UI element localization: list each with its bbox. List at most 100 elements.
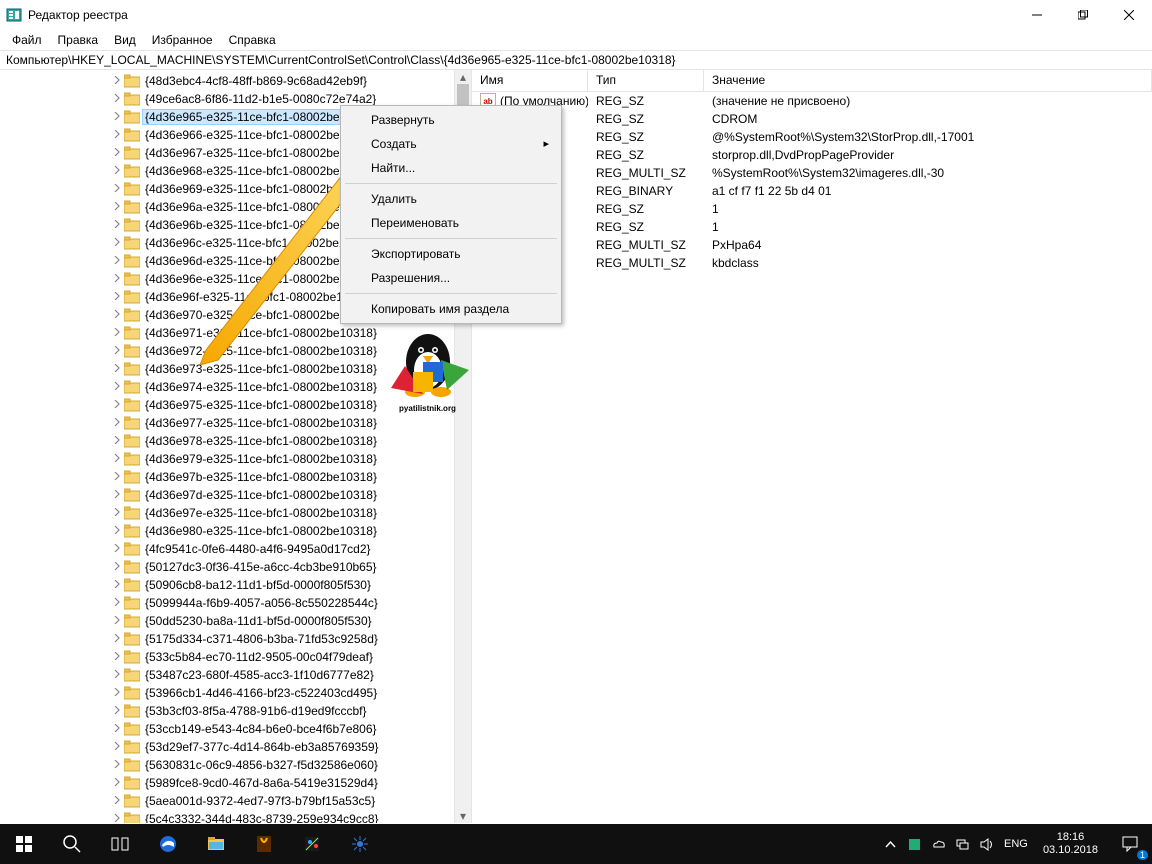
task-view-button[interactable]	[96, 824, 144, 864]
expander-icon[interactable]	[110, 488, 124, 502]
minimize-button[interactable]	[1014, 0, 1060, 30]
tree-item[interactable]: {5c4c3332-344d-483c-8739-259e934c9cc8}	[0, 810, 454, 823]
address-bar[interactable]: Компьютер\HKEY_LOCAL_MACHINE\SYSTEM\Curr…	[0, 50, 1152, 70]
list-row[interactable]: abREG_SZ@%SystemRoot%\System32\StorProp.…	[472, 128, 1152, 146]
ctx-copy-key-name[interactable]: Копировать имя раздела	[343, 297, 559, 321]
expander-icon[interactable]	[110, 632, 124, 646]
tree-item[interactable]: {533c5b84-ec70-11d2-9505-00c04f79deaf}	[0, 648, 454, 666]
ctx-new[interactable]: Создать	[343, 132, 559, 156]
expander-icon[interactable]	[110, 542, 124, 556]
column-type[interactable]: Тип	[588, 70, 704, 91]
tree-item[interactable]: {53487c23-680f-4585-acc3-1f10d6777e82}	[0, 666, 454, 684]
expander-icon[interactable]	[110, 164, 124, 178]
ctx-export[interactable]: Экспортировать	[343, 242, 559, 266]
tray-onedrive-icon[interactable]	[927, 824, 951, 864]
tray-language[interactable]: ENG	[999, 824, 1033, 864]
taskbar-edge-icon[interactable]	[144, 824, 192, 864]
ctx-find[interactable]: Найти...	[343, 156, 559, 180]
list-row[interactable]: abREG_MULTI_SZkbdclass	[472, 254, 1152, 272]
action-center-button[interactable]: 1	[1108, 824, 1152, 864]
tree-item[interactable]: {5630831c-06c9-4856-b327-f5d32586e060}	[0, 756, 454, 774]
tree-item[interactable]: {4d36e97e-e325-11ce-bfc1-08002be10318}	[0, 504, 454, 522]
taskbar-app1-icon[interactable]	[240, 824, 288, 864]
tree-item[interactable]: {4d36e97b-e325-11ce-bfc1-08002be10318}	[0, 468, 454, 486]
expander-icon[interactable]	[110, 344, 124, 358]
ctx-rename[interactable]: Переименовать	[343, 211, 559, 235]
expander-icon[interactable]	[110, 92, 124, 106]
expander-icon[interactable]	[110, 758, 124, 772]
start-button[interactable]	[0, 824, 48, 864]
tree-item[interactable]: {4d36e97d-e325-11ce-bfc1-08002be10318}	[0, 486, 454, 504]
tree-item[interactable]: {4d36e975-e325-11ce-bfc1-08002be10318}	[0, 396, 454, 414]
list-view[interactable]: Имя Тип Значение ab(По умолчанию)REG_SZ(…	[472, 70, 1152, 823]
menu-file[interactable]: Файл	[4, 31, 50, 49]
tray-volume-icon[interactable]	[975, 824, 999, 864]
tree-item[interactable]: {53d29ef7-377c-4d14-864b-eb3a85769359}	[0, 738, 454, 756]
expander-icon[interactable]	[110, 560, 124, 574]
tray-network-icon[interactable]	[951, 824, 975, 864]
tray-clock[interactable]: 18:16 03.10.2018	[1033, 831, 1108, 857]
expander-icon[interactable]	[110, 614, 124, 628]
tree-item[interactable]: {5175d334-c371-4806-b3ba-71fd53c9258d}	[0, 630, 454, 648]
tree-item[interactable]: {5099944a-f6b9-4057-a056-8c550228544c}	[0, 594, 454, 612]
expander-icon[interactable]	[110, 110, 124, 124]
expander-icon[interactable]	[110, 146, 124, 160]
tree-item[interactable]: {4d36e980-e325-11ce-bfc1-08002be10318}	[0, 522, 454, 540]
expander-icon[interactable]	[110, 434, 124, 448]
taskbar-app3-icon[interactable]	[336, 824, 384, 864]
expander-icon[interactable]	[110, 416, 124, 430]
tray-app-icon[interactable]	[903, 824, 927, 864]
list-row[interactable]: abagesREG_SZstorprop.dll,DvdPropPageProv…	[472, 146, 1152, 164]
expander-icon[interactable]	[110, 506, 124, 520]
menu-view[interactable]: Вид	[106, 31, 144, 49]
menu-edit[interactable]: Правка	[50, 31, 107, 49]
taskbar-app2-icon[interactable]	[288, 824, 336, 864]
expander-icon[interactable]	[110, 596, 124, 610]
tree-item[interactable]: {4d36e971-e325-11ce-bfc1-08002be10318}	[0, 324, 454, 342]
expander-icon[interactable]	[110, 200, 124, 214]
expander-icon[interactable]	[110, 776, 124, 790]
tree-item[interactable]: {48d3ebc4-4cf8-48ff-b869-9c68ad42eb9f}	[0, 72, 454, 90]
menu-favorites[interactable]: Избранное	[144, 31, 221, 49]
list-row[interactable]: abREG_SZ1	[472, 218, 1152, 236]
expander-icon[interactable]	[110, 254, 124, 268]
expander-icon[interactable]	[110, 272, 124, 286]
list-row[interactable]: abREG_MULTI_SZPxHpa64	[472, 236, 1152, 254]
expander-icon[interactable]	[110, 470, 124, 484]
tree-item[interactable]: {4d36e979-e325-11ce-bfc1-08002be10318}	[0, 450, 454, 468]
tree-item[interactable]: {4d36e974-e325-11ce-bfc1-08002be10318}	[0, 378, 454, 396]
column-name[interactable]: Имя	[472, 70, 588, 91]
list-row[interactable]: abssREG_SZ1	[472, 200, 1152, 218]
expander-icon[interactable]	[110, 74, 124, 88]
scroll-down-icon[interactable]: ▾	[455, 809, 471, 823]
list-row[interactable]: ab(По умолчанию)REG_SZ(значение не присв…	[472, 92, 1152, 110]
tray-overflow-icon[interactable]	[879, 824, 903, 864]
expander-icon[interactable]	[110, 524, 124, 538]
expander-icon[interactable]	[110, 380, 124, 394]
expander-icon[interactable]	[110, 326, 124, 340]
tree-item[interactable]: {4d36e973-e325-11ce-bfc1-08002be10318}	[0, 360, 454, 378]
expander-icon[interactable]	[110, 128, 124, 142]
expander-icon[interactable]	[110, 722, 124, 736]
list-row[interactable]: abREG_MULTI_SZ%SystemRoot%\System32\imag…	[472, 164, 1152, 182]
maximize-button[interactable]	[1060, 0, 1106, 30]
expander-icon[interactable]	[110, 812, 124, 823]
expander-icon[interactable]	[110, 686, 124, 700]
tree-item[interactable]: {4d36e978-e325-11ce-bfc1-08002be10318}	[0, 432, 454, 450]
expander-icon[interactable]	[110, 668, 124, 682]
tree-item[interactable]: {50906cb8-ba12-11d1-bf5d-0000f805f530}	[0, 576, 454, 594]
tree-item[interactable]: {50127dc3-0f36-415e-a6cc-4cb3be910b65}	[0, 558, 454, 576]
expander-icon[interactable]	[110, 218, 124, 232]
tree-item[interactable]: {50dd5230-ba8a-11d1-bf5d-0000f805f530}	[0, 612, 454, 630]
ctx-expand[interactable]: Развернуть	[343, 108, 559, 132]
taskbar-explorer-icon[interactable]	[192, 824, 240, 864]
expander-icon[interactable]	[110, 704, 124, 718]
expander-icon[interactable]	[110, 650, 124, 664]
expander-icon[interactable]	[110, 236, 124, 250]
expander-icon[interactable]	[110, 398, 124, 412]
expander-icon[interactable]	[110, 308, 124, 322]
expander-icon[interactable]	[110, 182, 124, 196]
tree-item[interactable]: {53966cb1-4d46-4166-bf23-c522403cd495}	[0, 684, 454, 702]
menu-help[interactable]: Справка	[221, 31, 284, 49]
expander-icon[interactable]	[110, 452, 124, 466]
